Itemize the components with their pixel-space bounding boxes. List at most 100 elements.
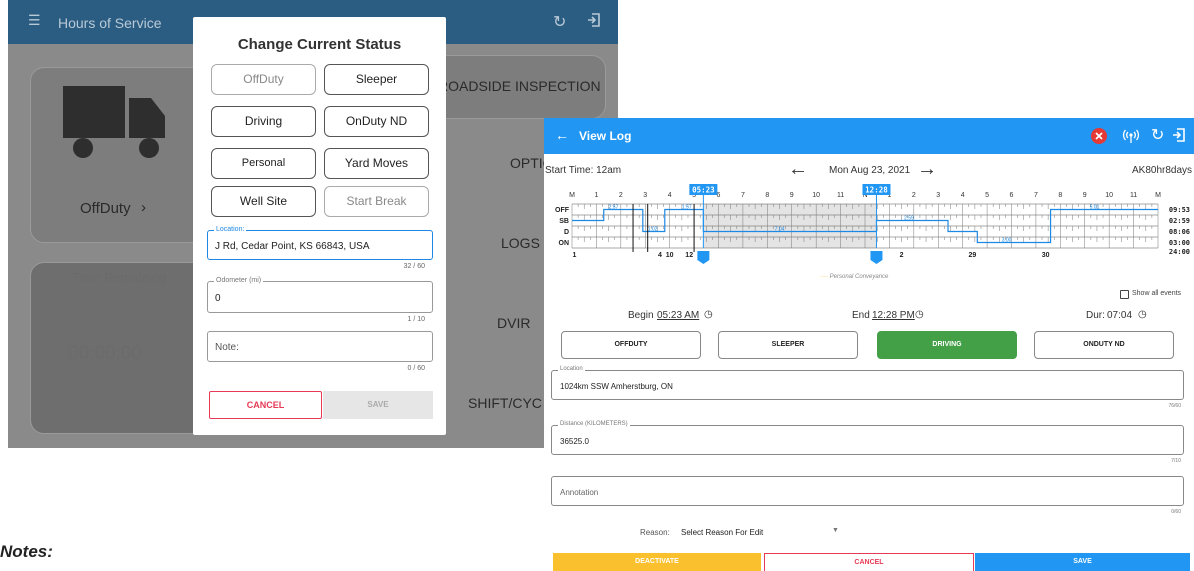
hour-label: 5 — [985, 192, 989, 199]
annotation-placeholder: Annotation — [560, 488, 599, 497]
hour-label: 8 — [1058, 192, 1062, 199]
change-status-dialog: Change Current Status OffDuty Sleeper Dr… — [193, 17, 446, 435]
annotation-field[interactable]: Annotation — [551, 476, 1184, 506]
logout-icon[interactable] — [586, 12, 602, 33]
onduty-nd-button[interactable]: ONDUTY ND — [1034, 331, 1174, 359]
end-time[interactable]: 12:28 PM — [872, 310, 915, 321]
current-status-label: OffDuty — [80, 200, 131, 217]
start-time-label: Start Time: 12am — [545, 165, 622, 176]
logs-label[interactable]: LOGS — [501, 235, 540, 251]
previous-day-arrow-icon[interactable]: ← — [788, 158, 808, 181]
location-field[interactable]: Location 1024km SSW Amherstburg, ON — [551, 366, 1184, 400]
view-log-app-bar: ← View Log ↻ — [544, 118, 1194, 154]
cancel-button[interactable]: CANCEL — [764, 553, 974, 571]
back-arrow-icon[interactable]: ← — [555, 127, 569, 143]
refresh-icon[interactable]: ↻ — [1151, 125, 1164, 145]
hour-label: 11 — [1130, 192, 1137, 199]
start-break-button[interactable]: Start Break — [324, 186, 429, 217]
segment-label: 5:01 — [1090, 205, 1100, 211]
save-button[interactable]: SAVE — [975, 553, 1190, 571]
note-placeholder: Note: — [215, 342, 239, 353]
segment-label: 1:57 — [682, 205, 692, 211]
clock-icon: ◷ — [1138, 309, 1147, 320]
drag-handle-icon — [697, 251, 710, 264]
view-log-title: View Log — [579, 129, 632, 143]
distance-field[interactable]: Distance (KILOMETERS) 36525.0 — [551, 421, 1184, 455]
clock-icon[interactable]: ◷ — [915, 309, 924, 320]
refresh-icon[interactable]: ↻ — [553, 12, 566, 32]
logout-icon[interactable] — [1171, 127, 1187, 143]
row-total: 08:06 — [1169, 228, 1190, 236]
offduty-button[interactable]: OffDuty — [211, 64, 316, 95]
hour-label: 11 — [837, 192, 844, 199]
bottom-label: 10 — [666, 252, 674, 259]
odometer-field[interactable]: Odometer (mi) 0 — [207, 277, 433, 313]
view-log-screen: ← View Log ↻ Start Time: 12am ← Mon Aug … — [544, 118, 1194, 571]
reason-select[interactable]: Select Reason For Edit — [681, 528, 763, 537]
save-button[interactable]: SAVE — [323, 391, 433, 419]
hamburger-menu-icon[interactable]: ☰ — [28, 13, 41, 27]
begin-label: Begin — [628, 310, 654, 321]
duty-status-graph[interactable]: M 1 2 3 4 5 6 7 8 9 10 11 N 1 2 3 4 5 6 7 8 9 10 11 MOFF 09:53SB 0… — [544, 184, 1194, 284]
hour-label: 9 — [1083, 192, 1087, 199]
hour-label: 7 — [741, 192, 745, 199]
well-site-button[interactable]: Well Site — [211, 186, 316, 217]
location-field[interactable]: Location: J Rd, Cedar Point, KS 66843, U… — [207, 226, 433, 260]
personal-conveyance-button[interactable]: Personal Conveyance — [211, 148, 316, 198]
sleeper-button[interactable]: Sleeper — [324, 64, 429, 95]
begin-time[interactable]: 05:23 AM — [657, 310, 699, 321]
hour-label: 6 — [1010, 192, 1014, 199]
driving-button[interactable]: Driving — [211, 106, 316, 137]
dropdown-arrow-icon[interactable]: ▼ — [832, 527, 839, 534]
next-day-arrow-icon[interactable]: → — [917, 158, 937, 181]
bottom-label: 30 — [1042, 252, 1050, 259]
hour-label: 10 — [812, 192, 820, 199]
hour-label: 2 — [619, 192, 623, 199]
bottom-label: 12 — [685, 252, 693, 259]
hour-label: 10 — [1105, 192, 1113, 199]
yard-moves-button[interactable]: Yard Moves — [324, 148, 429, 179]
notes-label: Notes: — [0, 542, 53, 561]
location-counter: 32 / 60 — [403, 263, 425, 270]
bottom-label: 2 — [900, 252, 904, 259]
hour-label: 8 — [765, 192, 769, 199]
odometer-field-label: Odometer (mi) — [214, 277, 264, 284]
onduty-nd-button[interactable]: OnDuty ND — [324, 106, 429, 137]
offduty-button[interactable]: OFFDUTY — [561, 331, 701, 359]
clock-icon[interactable]: ◷ — [704, 309, 713, 320]
sleeper-button[interactable]: SLEEPER — [718, 331, 858, 359]
truck-icon — [63, 86, 165, 158]
show-all-events-label: Show all events — [1132, 290, 1182, 297]
hos-screen: ☰ Hours of Service ↻ OffDuty › Time Rema… — [8, 0, 618, 448]
wireless-signal-icon[interactable] — [1122, 127, 1140, 145]
row-total: 03:00 — [1169, 239, 1190, 247]
chevron-right-icon: › — [141, 199, 146, 216]
end-label: End — [852, 310, 870, 321]
hour-label: M — [569, 192, 575, 199]
deactivate-button[interactable]: DEACTIVATE — [553, 553, 761, 571]
hos-app-title: Hours of Service — [58, 15, 162, 31]
grand-total: 24:00 — [1169, 248, 1190, 256]
show-all-events-checkbox[interactable] — [1120, 290, 1129, 299]
odometer-counter: 1 / 10 — [407, 316, 425, 323]
dvir-label[interactable]: DVIR — [497, 315, 530, 331]
segment-label: 3:00 — [1002, 238, 1012, 244]
hour-label: 3 — [643, 192, 647, 199]
driving-button[interactable]: DRIVING — [877, 331, 1017, 359]
bottom-label: 4 — [658, 252, 662, 259]
row-total: 02:59 — [1169, 217, 1190, 225]
duration-value: 07:04 — [1107, 310, 1133, 321]
distance-counter: 7/10 — [1171, 458, 1181, 464]
error-icon[interactable] — [1090, 127, 1108, 145]
row-label: ON — [559, 240, 570, 247]
cancel-button[interactable]: CANCEL — [209, 391, 322, 419]
time-remaining-value: 00:00:00 — [68, 343, 142, 364]
segment-label: 2:59 — [904, 216, 914, 222]
segment-label: 2:57 — [609, 205, 619, 211]
location-counter: 76/60 — [1168, 403, 1181, 409]
segment-label: 1:02 — [648, 227, 658, 233]
hour-label: 9 — [790, 192, 794, 199]
shift-cycle-label[interactable]: SHIFT/CYC — [468, 395, 542, 411]
note-field[interactable]: Note: — [207, 331, 433, 362]
row-label: D — [564, 229, 569, 236]
